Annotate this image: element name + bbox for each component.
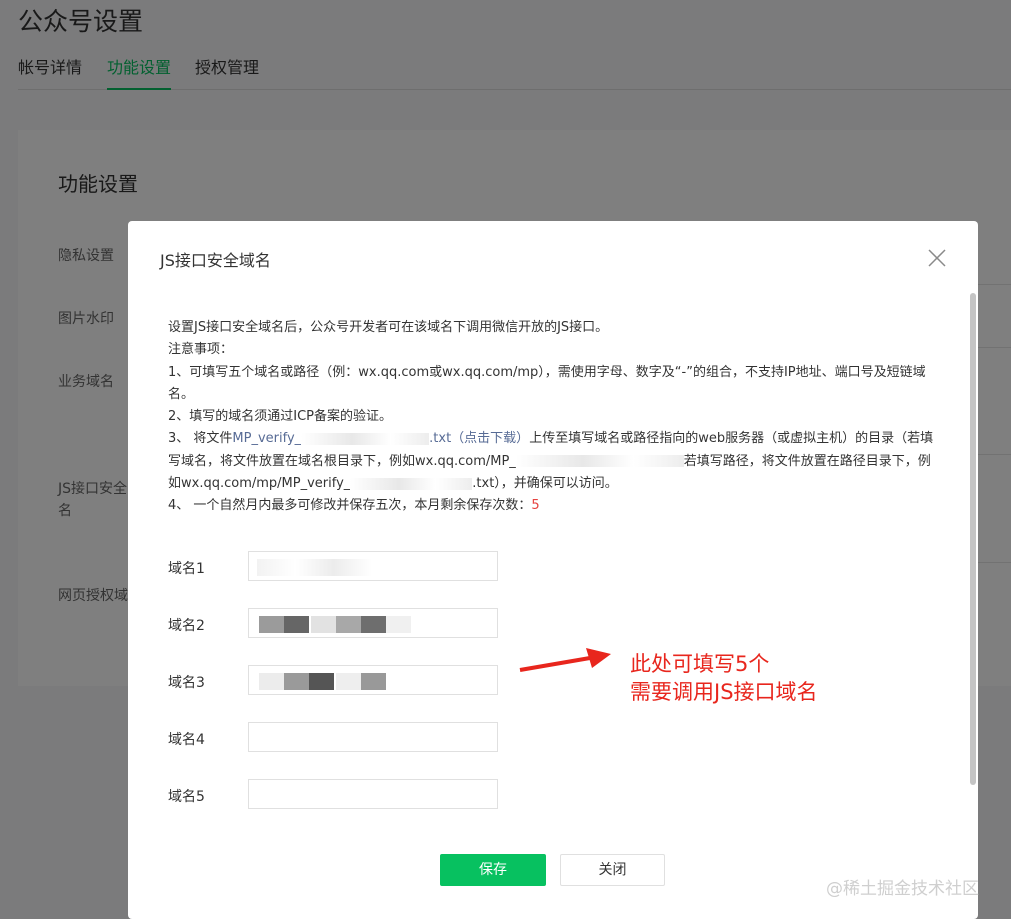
redacted-value [311, 616, 336, 633]
redacted-value [336, 616, 361, 633]
redacted-value [259, 673, 284, 690]
close-button[interactable]: 关闭 [560, 854, 665, 886]
domain-2-input[interactable] [248, 608, 498, 638]
notice-item-1: 1、可填写五个域名或路径（例：wx.qq.com或wx.qq.com/mp），需… [168, 364, 926, 402]
js-domain-dialog: JS接口安全域名 设置JS接口安全域名后，公众号开发者可在该域名下调用微信开放的… [128, 221, 978, 919]
save-button[interactable]: 保存 [440, 854, 546, 886]
redacted-value [386, 616, 411, 633]
domain-1-input[interactable] [248, 551, 498, 581]
domain-4-input[interactable] [248, 722, 498, 752]
annotation-line-1: 此处可填写5个 [630, 652, 770, 676]
dialog-description: 设置JS接口安全域名后，公众号开发者可在该域名下调用微信开放的JS接口。 注意事… [168, 317, 938, 518]
annotation-text: 此处可填写5个 需要调用JS接口域名 [630, 650, 818, 706]
redacted-text [301, 432, 430, 445]
domain-3-input[interactable] [248, 665, 498, 695]
item4-text: 4、 一个自然月内最多可修改并保存五次，本月剩余保存次数： [168, 498, 532, 514]
notice-title: 注意事项： [168, 342, 234, 358]
domain-3-label: 域名3 [168, 675, 205, 691]
redacted-value [309, 673, 334, 690]
dialog-scrollbar[interactable] [970, 293, 976, 785]
remaining-count: 5 [531, 498, 540, 514]
domain-2-label: 域名2 [168, 618, 205, 634]
notice-item-4: 4、 一个自然月内最多可修改并保存五次，本月剩余保存次数：5 [168, 495, 938, 517]
notice-item-2: 2、填写的域名须通过ICP备案的验证。 [168, 409, 393, 425]
redacted-value [336, 673, 361, 690]
redacted-value [259, 616, 284, 633]
download-link[interactable]: .txt（点击下载） [429, 431, 529, 446]
item3-prefix: 3、 将文件 [168, 431, 233, 447]
verify-file-name[interactable]: MP_verify_ [232, 431, 301, 446]
domain-4-label: 域名4 [168, 732, 205, 748]
redacted-text [515, 455, 684, 468]
notice-item-3: 3、 将文件MP_verify_ .txt（点击下载）上传至填写域名或路径指向的w… [168, 428, 938, 495]
domain-5-label: 域名5 [168, 789, 205, 805]
domain-5-input[interactable] [248, 779, 498, 809]
redacted-value [257, 559, 372, 576]
redacted-text [350, 477, 473, 490]
intro-text: 设置JS接口安全域名后，公众号开发者可在该域名下调用微信开放的JS接口。 [168, 320, 609, 335]
watermark: @稀土掘金技术社区 [826, 879, 979, 899]
item3-end: .txt），并确保可以访问。 [472, 476, 618, 492]
redacted-value [284, 616, 309, 633]
annotation-line-2: 需要调用JS接口域名 [630, 680, 818, 704]
annotation-arrow-icon [519, 648, 611, 672]
close-icon[interactable] [926, 247, 948, 269]
dialog-title: JS接口安全域名 [160, 251, 271, 270]
redacted-value [361, 673, 386, 690]
domain-1-label: 域名1 [168, 561, 205, 577]
redacted-value [284, 673, 309, 690]
redacted-value [361, 616, 386, 633]
